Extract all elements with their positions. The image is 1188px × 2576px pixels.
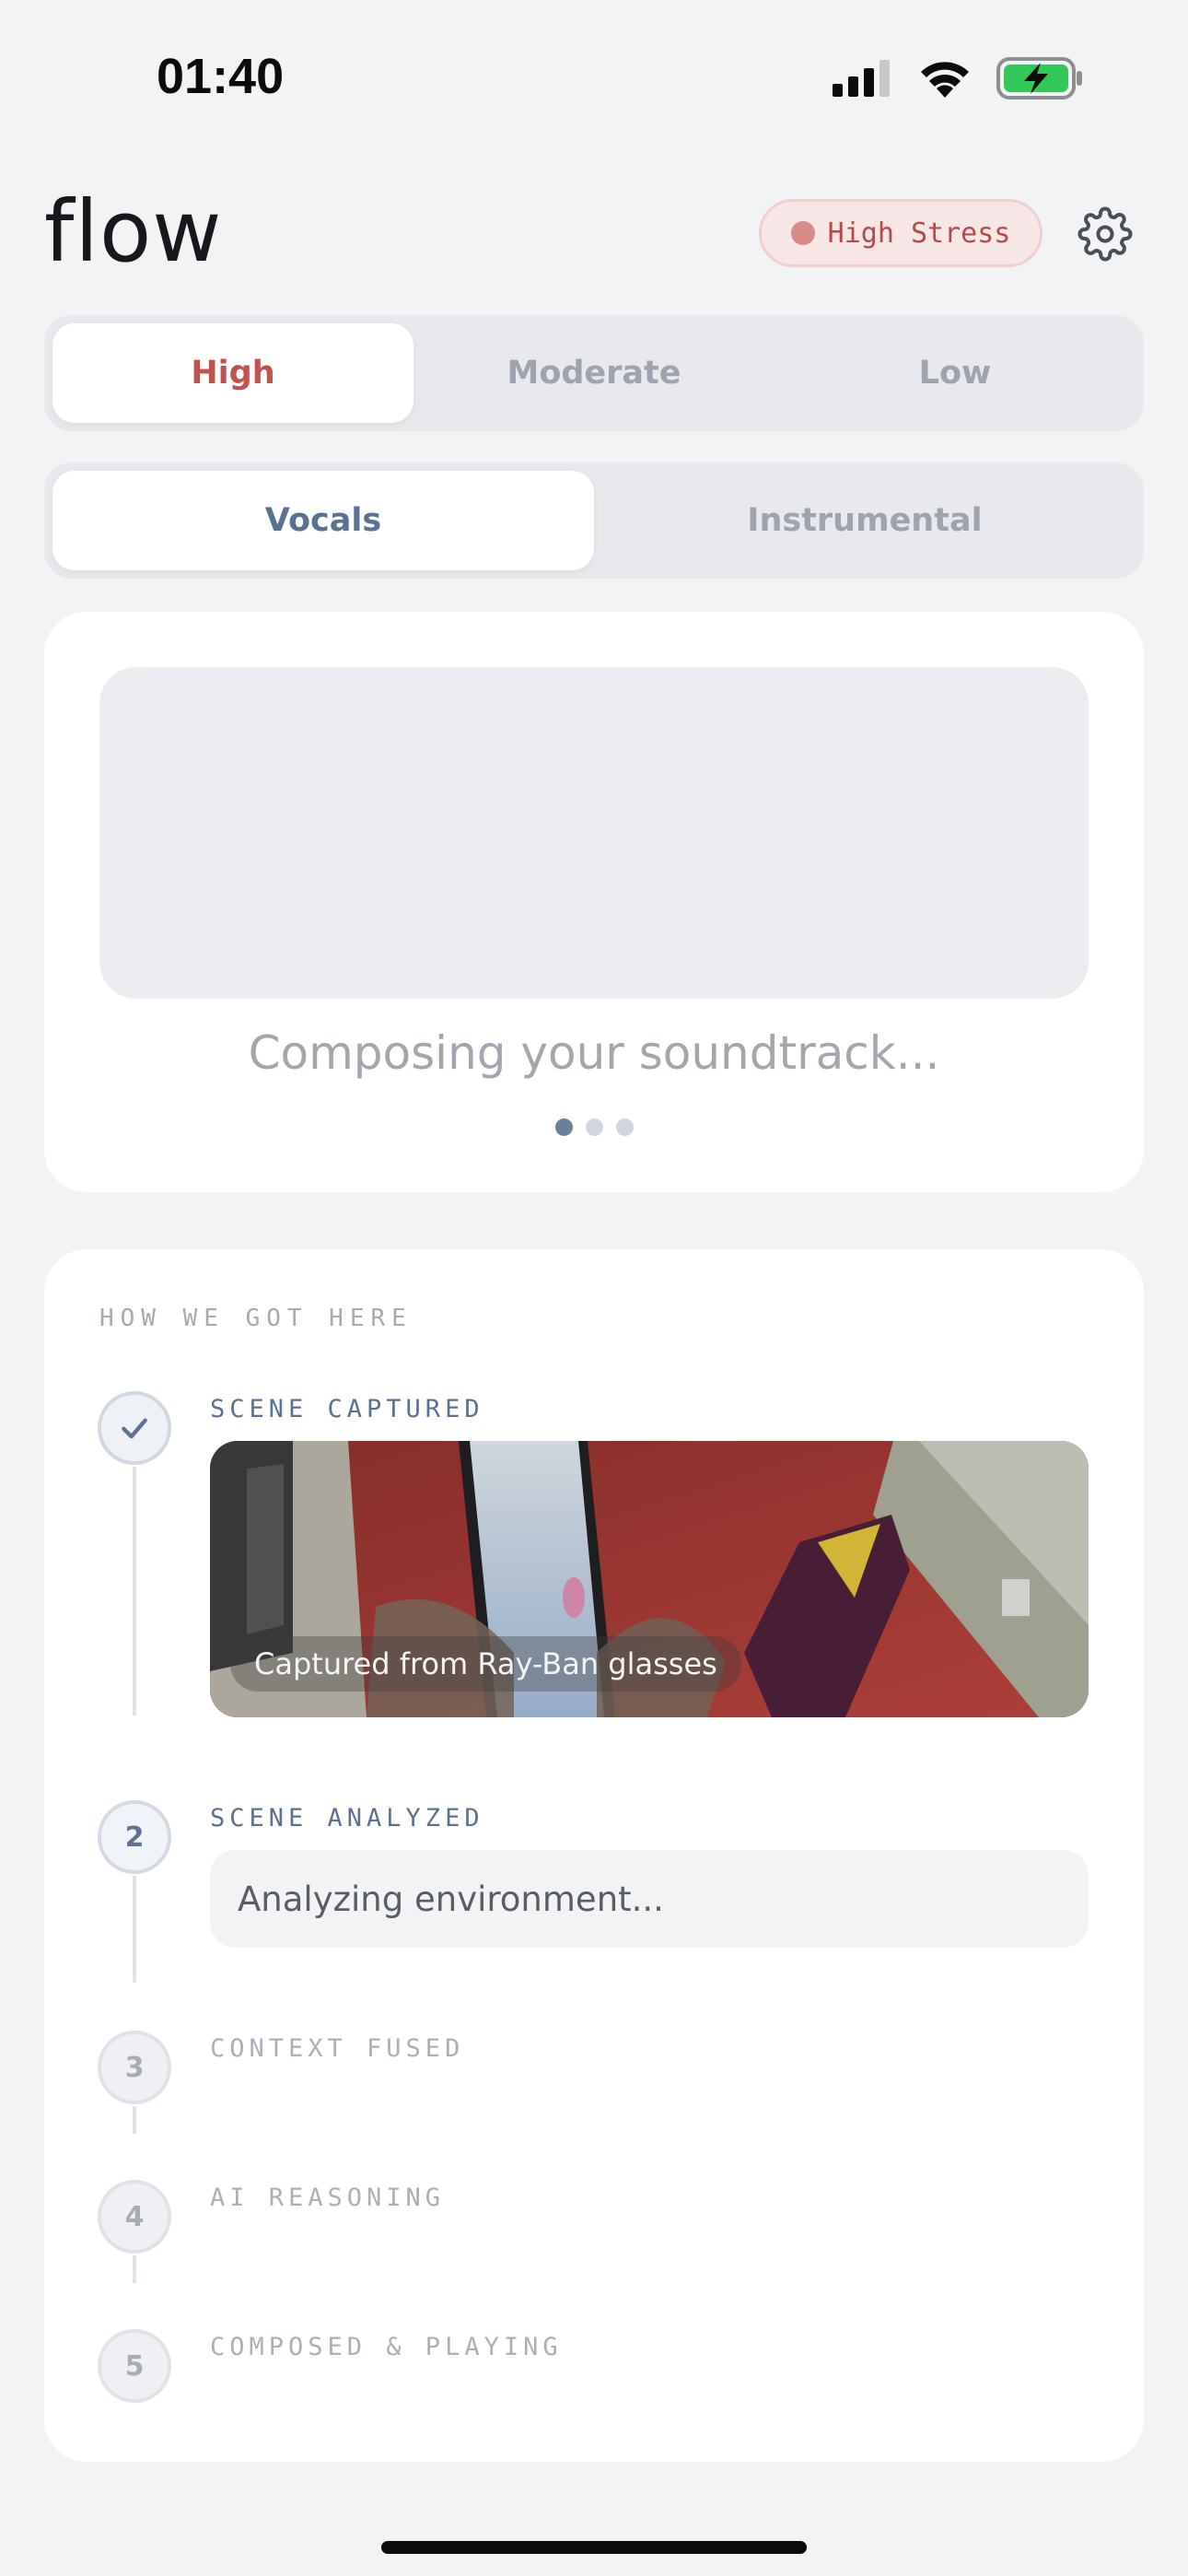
step-connector [133,2255,136,2283]
step-3-marker: 3 [98,2031,171,2104]
timeline-card: HOW WE GOT HERE SCENE CAPTURED Captured … [44,1249,1144,2462]
scene-caption: Captured from Ray-Ban glasses [230,1636,741,1692]
step-connector [133,2106,136,2134]
step-3-title: CONTEXT FUSED [210,2034,465,2063]
home-indicator[interactable] [381,2541,807,2554]
status-icons [833,57,1085,100]
step-2-marker: 2 [98,1800,171,1874]
step-4-title: AI REASONING [210,2184,446,2212]
step-5-marker: 5 [98,2329,171,2403]
stress-indicator-dot [790,221,815,245]
step-1-title: SCENE CAPTURED [210,1395,484,1423]
step-4-marker: 4 [98,2180,171,2254]
mode-selector: Vocals Instrumental [44,463,1144,579]
step-1-marker [98,1391,171,1465]
timeline-heading: HOW WE GOT HERE [99,1305,413,1332]
app-title: flow [44,182,223,281]
cellular-signal-icon [833,60,890,97]
mode-option-instrumental[interactable]: Instrumental [594,471,1136,570]
page-dot[interactable] [554,1118,573,1136]
step-2-title: SCENE ANALYZED [210,1804,484,1832]
stress-option-high[interactable]: High [52,323,413,423]
stress-badge: High Stress [759,199,1042,267]
step-5-title: COMPOSED & PLAYING [210,2333,563,2361]
step-connector [133,1876,136,1983]
gear-icon [1077,206,1133,262]
stress-option-moderate[interactable]: Moderate [413,323,775,423]
page-dot[interactable] [585,1118,603,1136]
album-art-placeholder [99,667,1089,999]
battery-charging-icon [996,57,1082,100]
stress-option-low[interactable]: Low [775,323,1136,423]
stress-badge-label: High Stress [827,217,1011,250]
mode-option-vocals[interactable]: Vocals [52,471,594,570]
settings-button[interactable] [1076,205,1135,263]
wifi-icon [921,62,969,98]
stress-level-selector: High Moderate Low [44,315,1144,431]
captured-scene-image[interactable]: Captured from Ray-Ban glasses [210,1441,1089,1717]
checkmark-icon [122,1418,147,1439]
composing-status: Composing your soundtrack... [248,1026,940,1080]
step-connector [133,1467,136,1715]
page-dot[interactable] [615,1118,634,1136]
analysis-status: Analyzing environment... [210,1850,1089,1948]
page-indicator [44,1118,1144,1136]
player-card: Composing your soundtrack... [44,612,1144,1192]
status-time: 01:40 [157,49,285,104]
